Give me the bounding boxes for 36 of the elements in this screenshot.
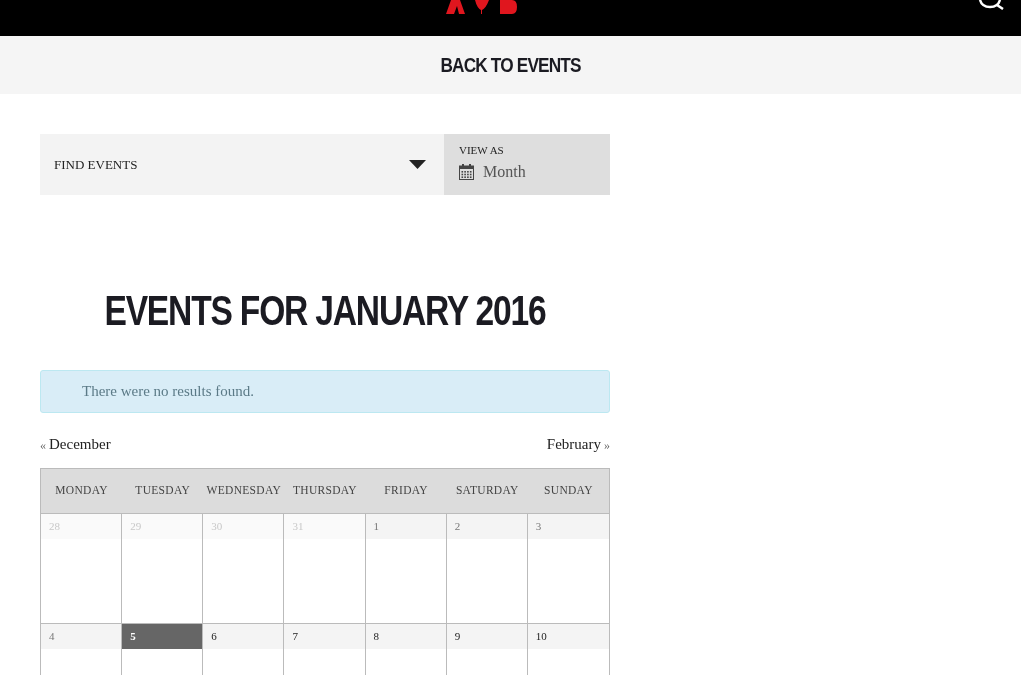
find-events-dropdown[interactable]: FIND EVENTS [40, 134, 444, 195]
back-to-events-link[interactable]: BACK TO EVENTS [440, 49, 581, 81]
day-number: 7 [284, 623, 365, 649]
weekday-header: MONDAY [54, 482, 109, 498]
day-number: 5 [122, 623, 203, 649]
caret-icon [409, 160, 426, 169]
day-number: 2 [446, 513, 527, 539]
day-number: 8 [365, 623, 446, 649]
weekday-header: SATURDAY [454, 482, 520, 498]
calendar-day-cell[interactable]: 4 [41, 623, 123, 675]
calendar-day-cell[interactable]: 5 [122, 623, 204, 675]
day-number: 10 [527, 623, 609, 649]
day-number: 9 [446, 623, 527, 649]
calendar-day-cell[interactable]: 2 [446, 513, 528, 623]
next-month-link[interactable]: February » [546, 433, 610, 456]
calendar-day-cell[interactable]: 7 [284, 623, 366, 675]
calendar-icon [459, 164, 474, 180]
weekday-header: TUESDAY [134, 482, 192, 498]
view-as-selector[interactable]: VIEW AS Month [444, 134, 610, 195]
weekday-header: THURSDAY [292, 482, 358, 498]
logo-icon[interactable] [446, 0, 518, 14]
search-icon[interactable] [978, 0, 1006, 10]
day-number: 1 [365, 513, 446, 539]
previous-month-link[interactable]: « December [40, 433, 111, 456]
weekday-header: SUNDAY [543, 482, 594, 498]
day-number: 4 [41, 623, 122, 649]
calendar-day-cell[interactable]: 6 [203, 623, 285, 675]
no-results-notice: There were no results found. [40, 370, 610, 413]
page-title: EVENTS FOR JANUARY 2016 [103, 287, 547, 335]
day-number: 3 [527, 513, 609, 539]
calendar-day-cell[interactable]: 8 [365, 623, 447, 675]
calendar-day-cell[interactable]: 9 [446, 623, 528, 675]
day-number: 6 [203, 623, 284, 649]
weekday-header: FRIDAY [383, 482, 429, 498]
calendar-day-cell[interactable]: 1 [365, 513, 447, 623]
weekday-header: WEDNESDAY [205, 482, 283, 498]
